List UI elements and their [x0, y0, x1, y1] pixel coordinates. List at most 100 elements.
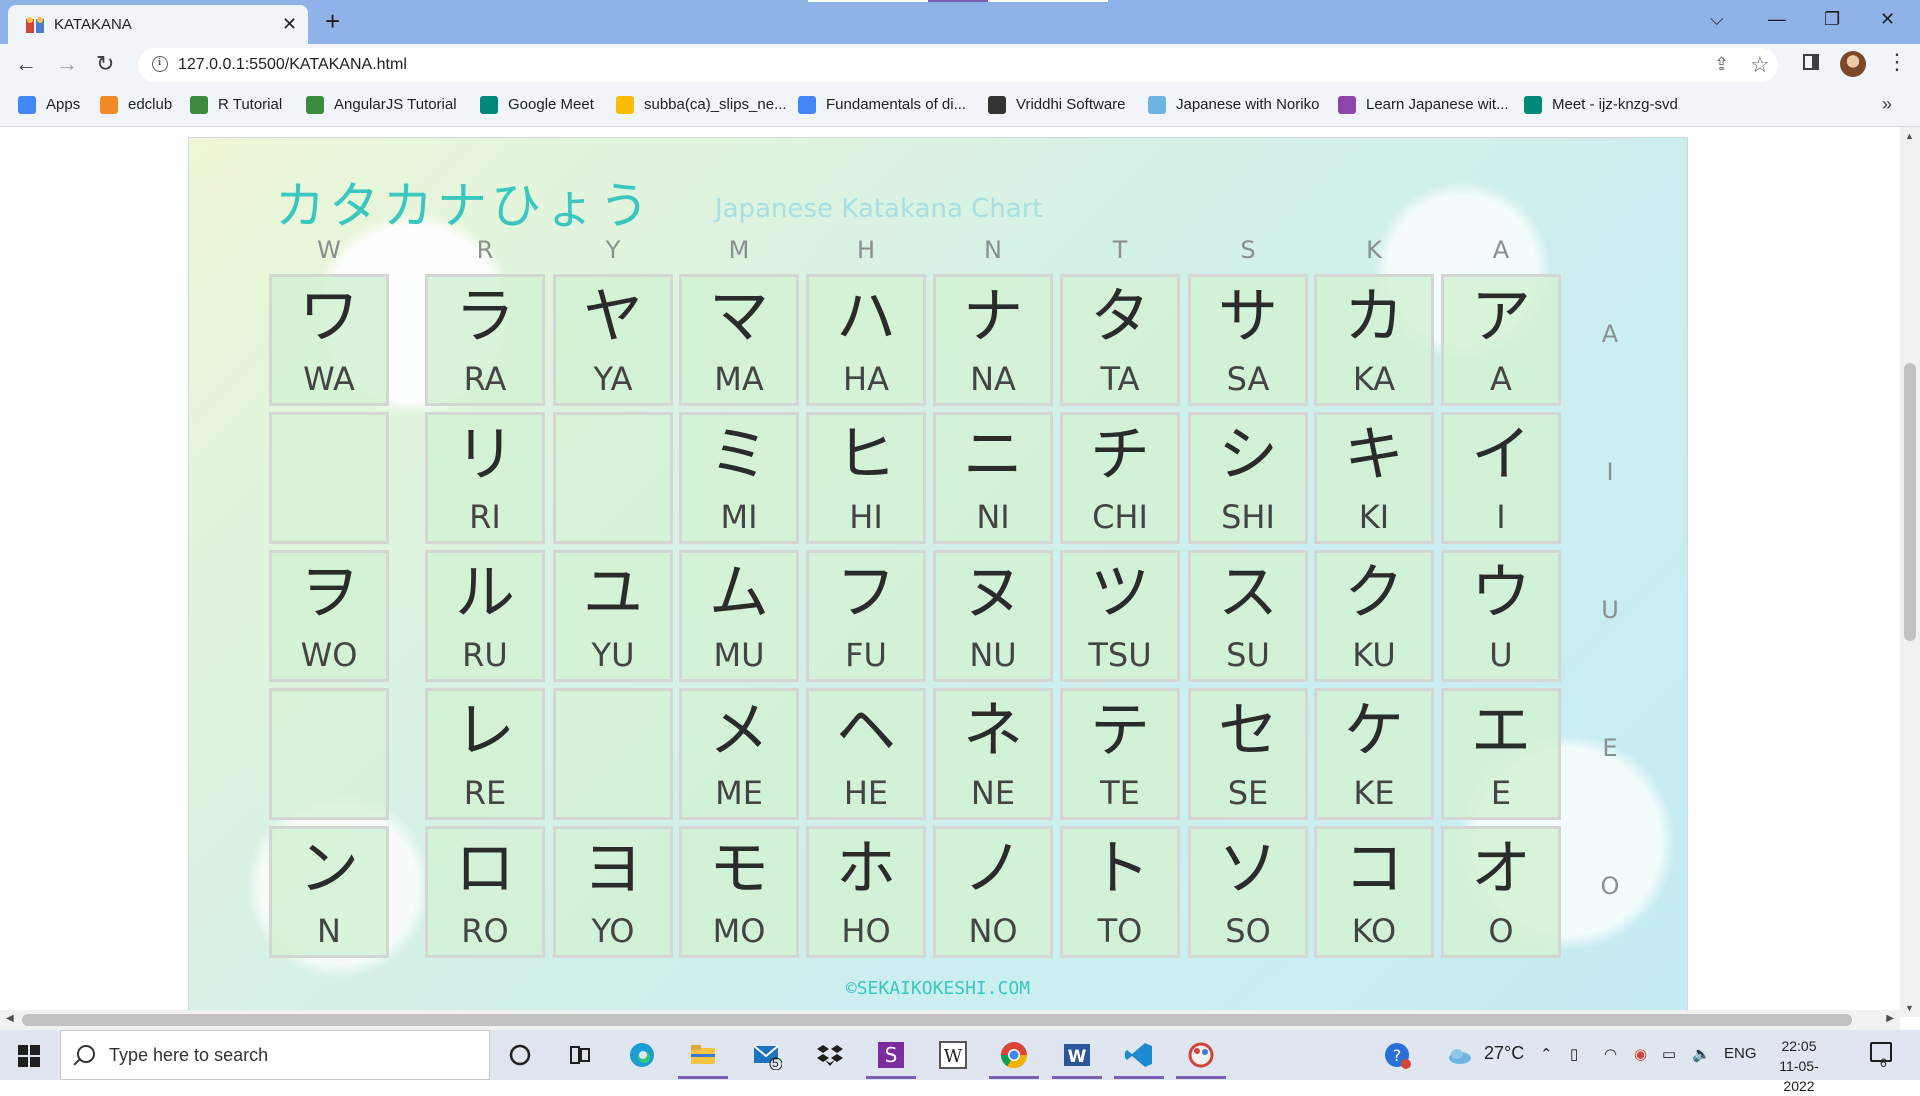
profile-avatar[interactable] — [1840, 51, 1866, 77]
help-icon[interactable]: ? — [1382, 1040, 1412, 1070]
omnibox[interactable]: 127.0.0.1:5500/KATAKANA.html ⇪ ☆ — [138, 48, 1778, 82]
romaji-label: HE — [843, 774, 889, 812]
romaji-label: NA — [970, 360, 1016, 398]
katakana-character: ア — [1471, 282, 1531, 352]
restore-button[interactable]: ❐ — [1824, 8, 1840, 30]
bookmark-link[interactable]: Vriddhi Software — [1016, 96, 1126, 113]
paint-app-icon[interactable] — [1186, 1040, 1216, 1070]
vscode-icon[interactable] — [1124, 1040, 1154, 1070]
kana-cell: テ TE — [1060, 688, 1180, 820]
romaji-label: HA — [843, 360, 889, 398]
close-tab-icon[interactable]: ✕ — [282, 14, 297, 34]
language-indicator[interactable]: ENG — [1724, 1045, 1757, 1062]
active-tab[interactable]: KATAKANA ✕ — [8, 5, 308, 44]
bookmark-link[interactable]: R Tutorial — [218, 96, 282, 113]
kana-cell: ケ KE — [1314, 688, 1434, 820]
bookmark-link[interactable]: Meet - ijz-knzg-svd — [1552, 96, 1678, 113]
kana-cell: ツ TSU — [1060, 550, 1180, 682]
bookmark-link[interactable]: subba(ca)_slips_ne... — [644, 96, 787, 113]
chrome-active-indicator — [989, 1076, 1039, 1079]
bookmark-link[interactable]: edclub — [128, 96, 172, 113]
browser-menu-icon[interactable]: ⋮ — [1886, 50, 1908, 74]
horizontal-scrollbar[interactable]: ◀ ▶ — [0, 1010, 1900, 1030]
file-explorer-icon[interactable] — [688, 1040, 718, 1070]
romaji-label: HI — [849, 498, 883, 536]
romaji-label: TO — [1097, 912, 1143, 950]
weather-temperature[interactable]: 27°C — [1484, 1043, 1524, 1064]
scroll-up-arrow-icon[interactable]: ▲ — [1905, 131, 1914, 141]
word-active-indicator — [1052, 1076, 1102, 1079]
bookmark-link[interactable]: Apps — [46, 96, 80, 113]
vertical-scroll-thumb[interactable] — [1904, 363, 1916, 641]
chrome-icon[interactable] — [999, 1040, 1029, 1070]
show-hidden-icons-chevron-icon[interactable]: ⌃ — [1540, 1045, 1553, 1063]
romaji-label: SO — [1225, 912, 1271, 950]
katakana-character: セ — [1218, 696, 1278, 766]
bookmark-link[interactable]: AngularJS Tutorial — [334, 96, 457, 113]
romaji-label: SU — [1226, 636, 1270, 674]
cortana-icon[interactable] — [505, 1040, 535, 1070]
bookmark-link[interactable]: Japanese with Noriko — [1176, 96, 1319, 113]
scroll-down-arrow-icon[interactable]: ▼ — [1905, 1003, 1914, 1013]
reload-button[interactable]: ↻ — [96, 52, 114, 76]
romaji-label: RA — [463, 360, 507, 398]
vertical-scrollbar[interactable]: ▲ ▼ — [1900, 127, 1920, 1017]
share-icon[interactable]: ⇪ — [1714, 54, 1729, 75]
column-consonant-label: N — [984, 236, 1002, 264]
kana-cell: ヒ HI — [806, 412, 926, 544]
katakana-character: カ — [1344, 282, 1404, 352]
kana-cell: ト TO — [1060, 826, 1180, 958]
system-clock[interactable]: 22:05 11-05-2022 — [1766, 1036, 1832, 1096]
katakana-character: マ — [709, 282, 769, 352]
minimize-button[interactable]: — — [1768, 8, 1786, 30]
bookmark-link[interactable]: Learn Japanese wit... — [1366, 96, 1509, 113]
romaji-label: MO — [712, 912, 766, 950]
scroll-right-arrow-icon[interactable]: ▶ — [1886, 1013, 1894, 1024]
katakana-character: ク — [1344, 558, 1404, 628]
close-window-button[interactable]: ✕ — [1880, 8, 1895, 30]
katakana-character: イ — [1471, 420, 1531, 490]
kana-cell: ラ RA — [425, 274, 545, 406]
more-bookmarks-chevron-icon[interactable]: » — [1882, 94, 1892, 115]
romaji-label: RU — [462, 636, 508, 674]
volume-icon[interactable]: 🔈 — [1692, 1045, 1711, 1063]
podcast-icon — [1338, 96, 1356, 114]
tab-strip-indicator — [928, 0, 988, 2]
katakana-character: ミ — [709, 420, 769, 490]
kana-cell: ホ HO — [806, 826, 926, 958]
bookmark-link[interactable]: Fundamentals of di... — [826, 96, 966, 113]
device-icon[interactable]: ▯ — [1570, 1045, 1578, 1063]
slack-like-app-icon[interactable]: S — [876, 1040, 906, 1070]
back-button[interactable]: ← — [15, 52, 37, 76]
clock-time: 22:05 — [1781, 1038, 1817, 1054]
horizontal-scroll-thumb[interactable] — [22, 1014, 1852, 1026]
wikipedia-icon[interactable]: W — [938, 1040, 968, 1070]
kana-cell: ヨ YO — [553, 826, 673, 958]
site-info-icon[interactable] — [152, 56, 168, 72]
edge-browser-icon[interactable] — [627, 1040, 657, 1070]
windows-start-icon[interactable] — [18, 1045, 40, 1067]
tab-search-chevron-icon[interactable]: ⌵ — [1710, 8, 1724, 30]
network-alert-icon[interactable]: ◉ — [1634, 1045, 1647, 1063]
weather-icon — [1449, 1049, 1471, 1064]
side-panel-icon[interactable] — [1803, 54, 1819, 70]
forward-button[interactable]: → — [56, 52, 78, 76]
scroll-left-arrow-icon[interactable]: ◀ — [6, 1013, 14, 1024]
chart-title: カタカナひょう — [275, 177, 653, 235]
katakana-character: タ — [1090, 282, 1150, 352]
word-icon[interactable]: W — [1062, 1040, 1092, 1070]
bookmark-star-icon[interactable]: ☆ — [1750, 52, 1770, 78]
wifi-icon[interactable]: ◠ — [1604, 1045, 1617, 1063]
google-icon — [798, 96, 816, 114]
new-tab-button[interactable]: + — [325, 7, 340, 35]
battery-icon[interactable]: ▭ — [1662, 1045, 1676, 1063]
romaji-label: NE — [970, 774, 1016, 812]
task-view-icon[interactable] — [565, 1040, 595, 1070]
bookmark-link[interactable]: Google Meet — [508, 96, 594, 113]
url-text[interactable]: 127.0.0.1:5500/KATAKANA.html — [178, 56, 407, 74]
taskbar-search-box[interactable]: Type here to search — [60, 1030, 490, 1080]
kana-cell: チ CHI — [1060, 412, 1180, 544]
dropbox-icon[interactable] — [815, 1040, 845, 1070]
katakana-character: ネ — [963, 696, 1023, 766]
romaji-label: KA — [1352, 360, 1396, 398]
